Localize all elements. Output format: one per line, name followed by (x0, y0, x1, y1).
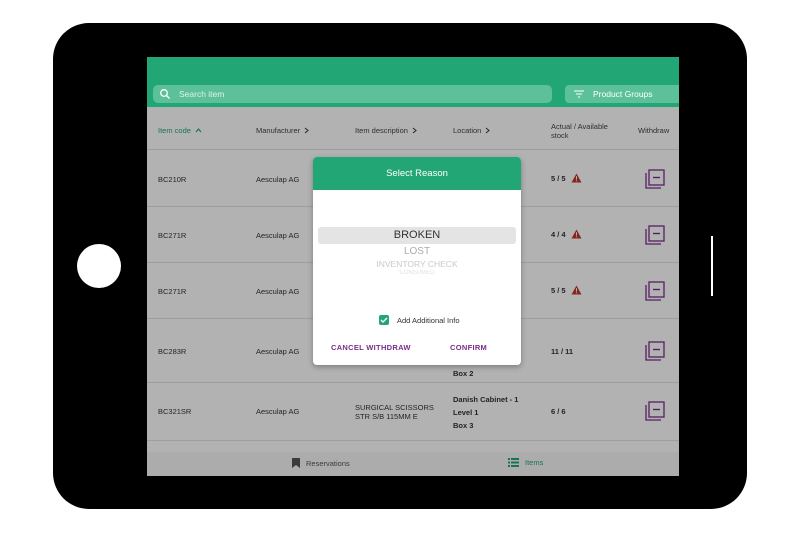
dialog-title: Select Reason (313, 157, 521, 190)
confirm-button[interactable]: CONFIRM (450, 343, 487, 352)
top-bar: Product Groups (147, 57, 679, 107)
product-groups-button[interactable]: Product Groups (565, 85, 679, 103)
additional-info-label: Add Additional Info (397, 315, 460, 325)
picker-option[interactable]: CONSUMED (313, 270, 521, 275)
checkmark-icon (380, 317, 388, 323)
select-reason-dialog: Select Reason BROKEN LOST INVENTORY CHEC… (313, 157, 521, 365)
additional-info-row[interactable]: Add Additional Info (379, 315, 460, 325)
picker-option[interactable]: INVENTORY CHECK (313, 259, 521, 270)
filter-icon (574, 90, 584, 98)
additional-info-checkbox[interactable] (379, 315, 389, 325)
search-input[interactable] (179, 89, 539, 99)
product-groups-label: Product Groups (593, 89, 653, 99)
side-indicator (711, 236, 713, 296)
app-screen: Product Groups Item code Manufacturer It… (147, 57, 679, 476)
cancel-withdraw-button[interactable]: CANCEL WITHDRAW (331, 343, 411, 352)
reason-picker[interactable]: BROKEN LOST INVENTORY CHECK CONSUMED (313, 227, 521, 275)
search-icon (160, 89, 170, 99)
search-bar[interactable] (153, 85, 552, 103)
home-button[interactable] (77, 244, 121, 288)
picker-selected-option[interactable]: BROKEN (318, 227, 516, 244)
picker-option[interactable]: LOST (313, 244, 521, 259)
